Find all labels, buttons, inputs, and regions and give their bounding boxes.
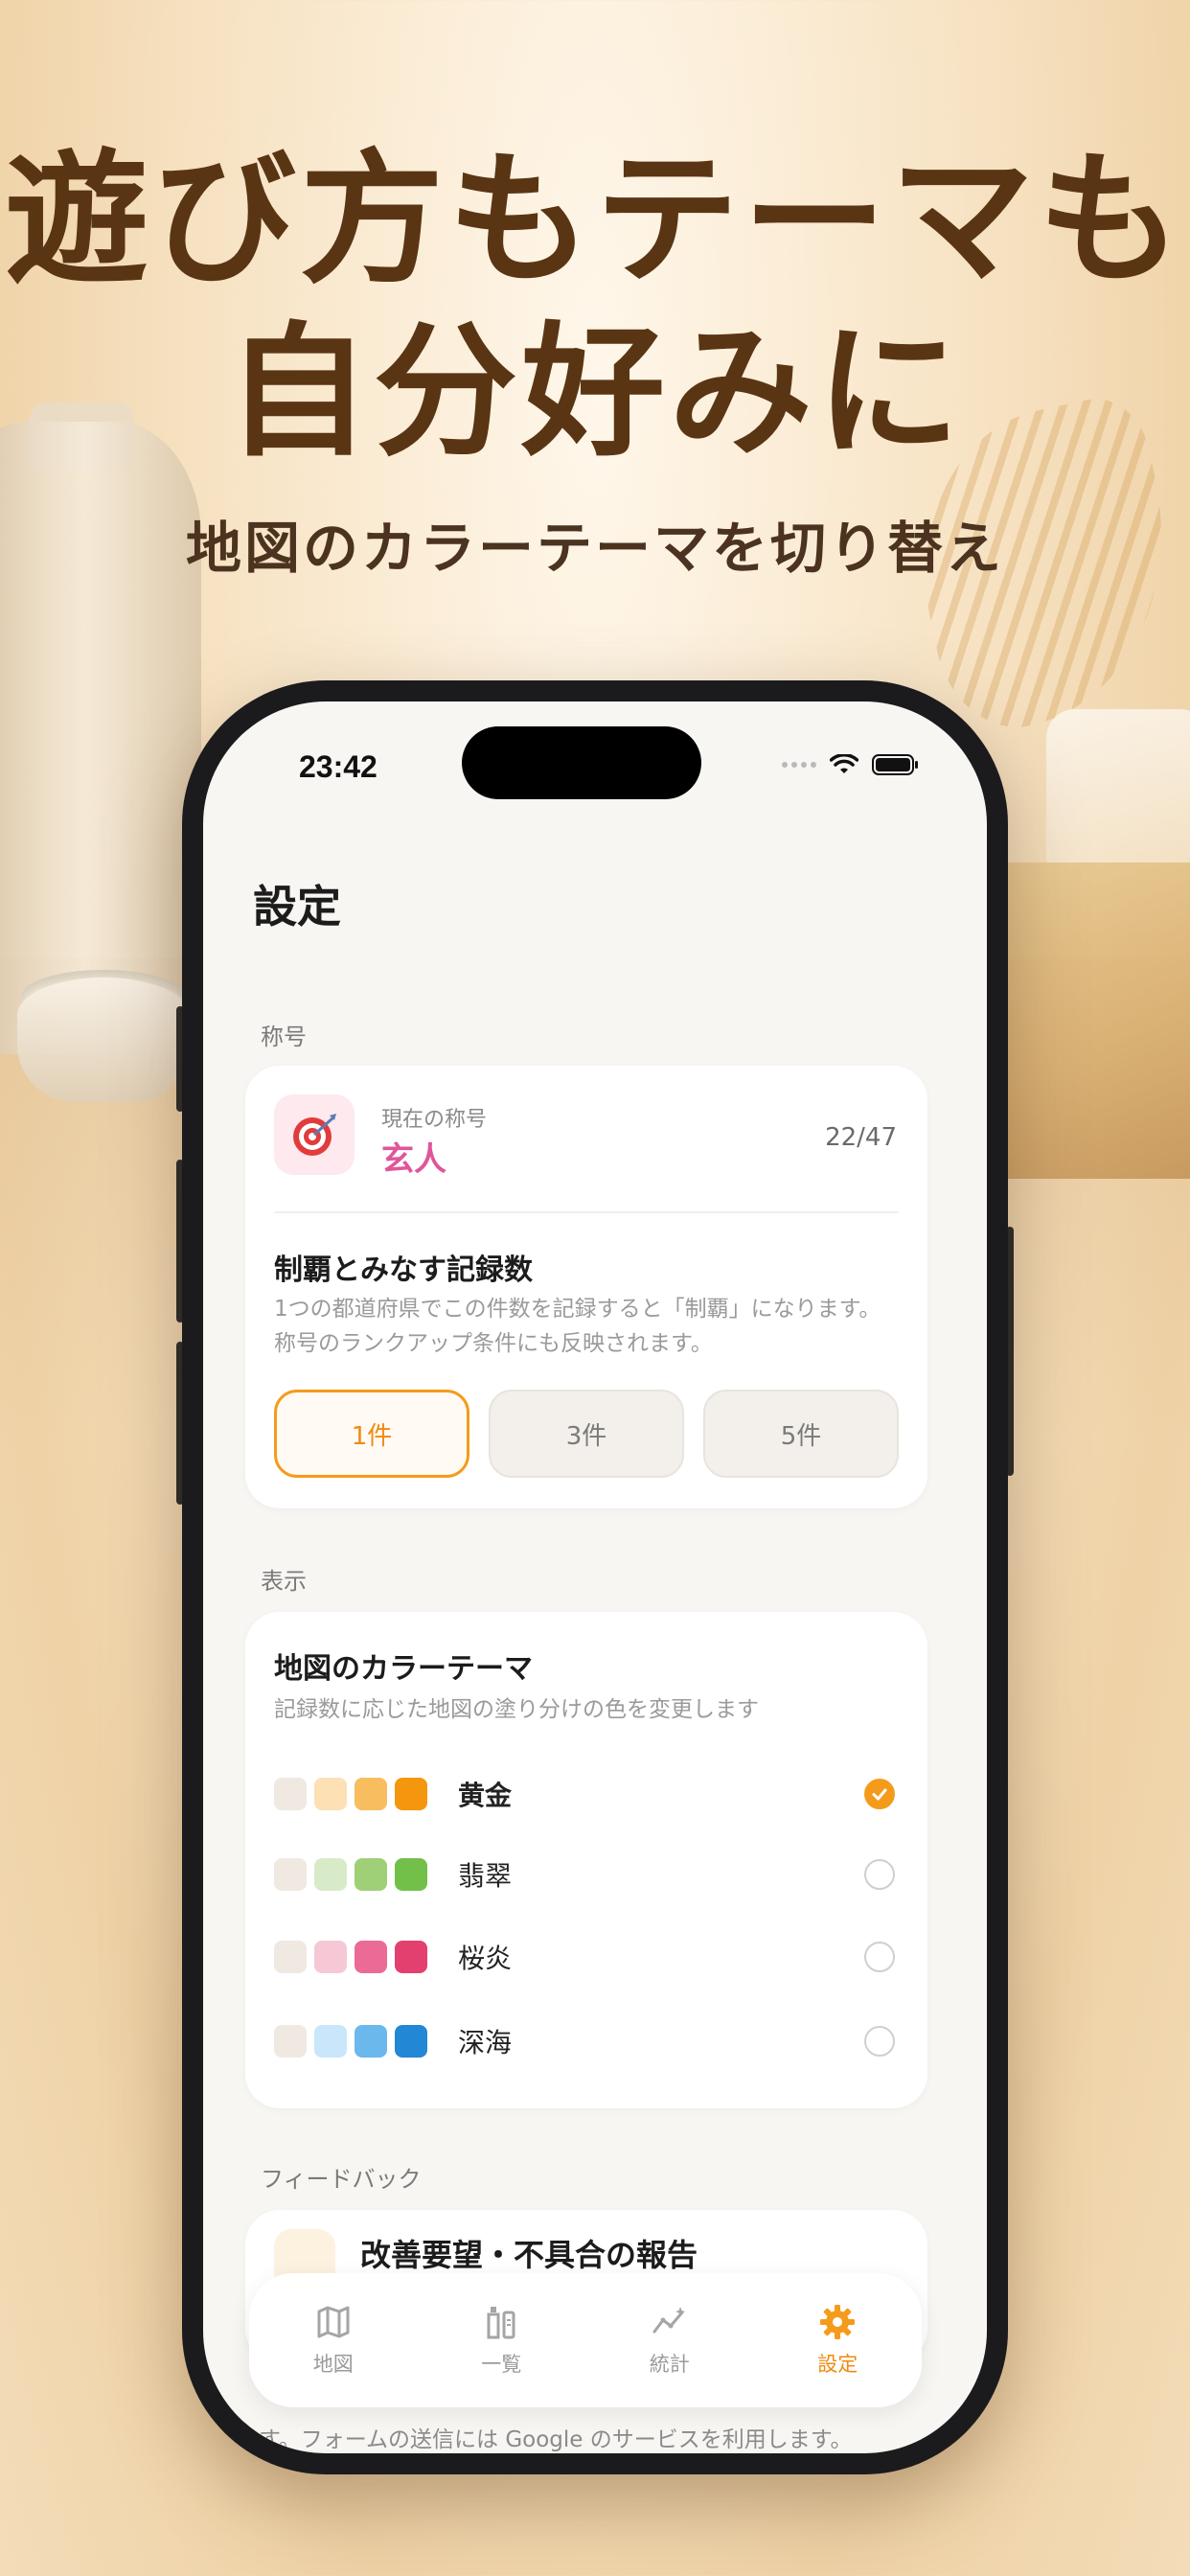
check-icon [864, 1779, 895, 1809]
theme-option-sakura[interactable]: 桜炎 [274, 1928, 899, 1986]
current-title-name: 玄人 [381, 1140, 446, 1179]
headline-subtitle: 地図のカラーテーマを切り替え [185, 516, 1004, 581]
swatch [314, 1858, 347, 1891]
map-icon [317, 2306, 350, 2338]
target-icon [274, 1094, 355, 1175]
page-title: 設定 [253, 881, 341, 932]
record-count-title: 制覇とみなす記録数 [274, 1254, 533, 1287]
title-progress-count: 22/47 [825, 1123, 897, 1152]
record-option-5[interactable]: 5件 [703, 1390, 899, 1478]
section-label-title: 称号 [261, 1024, 307, 1050]
wooden-masu [979, 862, 1190, 1179]
section-label-feedback: フィードバック [261, 2166, 422, 2193]
swatch [395, 1778, 427, 1810]
tab-bar: 地図 一覧 統計 設定 [249, 2273, 922, 2407]
swatch [355, 1941, 387, 1973]
radio-empty-icon [864, 1942, 895, 1972]
feedback-title: 改善要望・不具合の報告 [360, 2237, 698, 2273]
tab-stats[interactable]: 統計 [598, 2303, 742, 2378]
tab-label: 統計 [649, 2353, 690, 2376]
tab-settings[interactable]: 設定 [766, 2303, 909, 2378]
swatch [274, 1941, 307, 1973]
swatch [314, 2025, 347, 2058]
tab-label: 設定 [817, 2353, 858, 2376]
theme-swatches [274, 1858, 427, 1891]
wifi-icon [830, 754, 858, 773]
theme-title: 地図のカラーテーマ [274, 1652, 533, 1686]
swatch [274, 2025, 307, 2058]
theme-option-jade[interactable]: 翡翠 [274, 1846, 899, 1903]
swatch [274, 1858, 307, 1891]
swatch [395, 1858, 427, 1891]
swatch [314, 1941, 347, 1973]
swatch [355, 2025, 387, 2058]
swatch [395, 2025, 427, 2058]
swatch [274, 1778, 307, 1810]
record-option-3[interactable]: 3件 [489, 1390, 684, 1478]
phone-screen: 23:42 設定 称号 現在の称号 玄人 22/47 制覇とみなす記録数 1つの… [203, 702, 987, 2453]
footer-note: す。フォームの送信には Google のサービスを利用します。 [259, 2427, 853, 2452]
theme-option-deepsea[interactable]: 深海 [274, 2012, 899, 2070]
theme-name: 桜炎 [458, 1943, 513, 1974]
theme-swatches [274, 2025, 427, 2058]
swatch [355, 1778, 387, 1810]
record-count-description: 1つの都道府県でこの件数を記録すると「制覇」になります。称号のランクアップ条件に… [274, 1297, 881, 1356]
sake-cup [17, 978, 190, 1102]
radio-empty-icon [864, 2026, 895, 2057]
theme-name: 黄金 [458, 1780, 513, 1811]
tab-list[interactable]: 一覧 [429, 2303, 573, 2378]
stats-icon [652, 2307, 685, 2334]
divider [274, 1211, 899, 1213]
dynamic-island [462, 726, 701, 799]
current-title-label: 現在の称号 [381, 1108, 488, 1132]
theme-name: 翡翠 [458, 1860, 513, 1892]
tab-label: 地図 [312, 2353, 354, 2376]
theme-card: 地図のカラーテーマ 記録数に応じた地図の塗り分けの色を変更します 黄金 翡翠 桜… [245, 1612, 927, 2108]
swatch [395, 1941, 427, 1973]
swatch [314, 1778, 347, 1810]
bottle-list-icon [487, 2307, 515, 2339]
theme-name: 深海 [458, 2027, 513, 2058]
battery-icon [872, 754, 918, 775]
theme-option-gold[interactable]: 黄金 [274, 1765, 899, 1823]
gear-icon [820, 2305, 856, 2339]
theme-swatches [274, 1941, 427, 1973]
headline-line1: 遊び方もテーマも [4, 137, 1185, 304]
section-label-display: 表示 [261, 1568, 307, 1595]
signal-icon [782, 762, 816, 768]
title-card: 現在の称号 玄人 22/47 制覇とみなす記録数 1つの都道府県でこの件数を記録… [245, 1066, 927, 1508]
headline-line2: 自分好みに [225, 310, 964, 476]
status-time: 23:42 [299, 749, 378, 784]
tab-map[interactable]: 地図 [262, 2303, 405, 2378]
record-option-1[interactable]: 1件 [274, 1390, 469, 1478]
theme-swatches [274, 1778, 427, 1810]
tab-label: 一覧 [481, 2353, 522, 2376]
radio-empty-icon [864, 1859, 895, 1890]
status-icons [782, 753, 920, 776]
phone-frame: 23:42 設定 称号 現在の称号 玄人 22/47 制覇とみなす記録数 1つの… [182, 680, 1008, 2474]
theme-description: 記録数に応じた地図の塗り分けの色を変更します [274, 1697, 759, 1722]
swatch [355, 1858, 387, 1891]
